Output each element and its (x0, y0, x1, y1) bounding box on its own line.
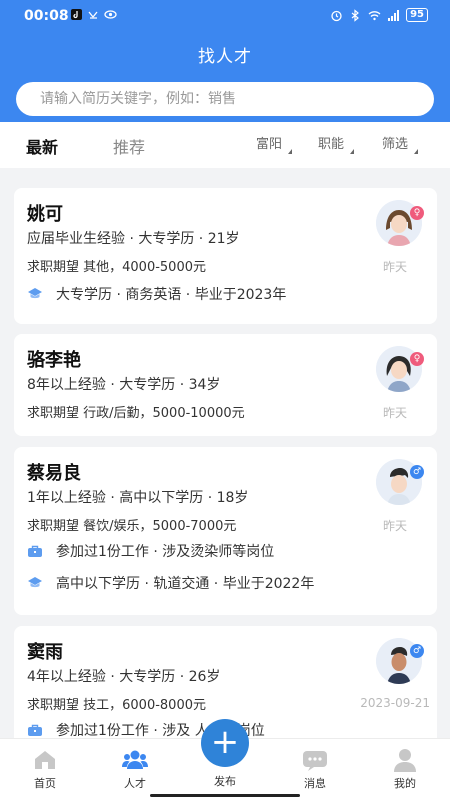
nav-mine[interactable]: 我的 (360, 739, 450, 791)
candidate-card[interactable]: 姚可 应届毕业生经验 · 大专学历 · 21岁 求职期望 其他，4000-500… (14, 188, 437, 324)
candidate-name: 窦雨 (27, 642, 63, 663)
alarm-icon (331, 10, 342, 21)
female-gender-icon: ♀ (410, 352, 424, 366)
update-time: 昨天 (382, 519, 407, 533)
candidate-name: 蔡易良 (27, 463, 81, 484)
triangle-down-icon (288, 149, 293, 154)
tab-recommended[interactable]: 推荐 (113, 134, 145, 158)
status-right-icons: 95 (330, 8, 428, 22)
update-time: 2023-09-21 (360, 696, 430, 710)
graduation-cap-icon (28, 288, 42, 299)
triangle-down-icon (414, 149, 419, 154)
nav-talent-label: 人才 (124, 777, 146, 790)
status-bar: 00:08 95 (0, 0, 450, 32)
candidate-meta: 4年以上经验 · 大专学历 · 26岁 (27, 669, 221, 685)
bluetooth-icon (351, 8, 360, 22)
candidate-meta: 应届毕业生经验 · 大专学历 · 21岁 (27, 231, 240, 247)
briefcase-icon (28, 545, 42, 557)
female-gender-icon: ♀ (410, 206, 424, 220)
update-time: 昨天 (382, 260, 407, 274)
wifi-icon (368, 10, 381, 20)
publish-button[interactable]: + (201, 719, 249, 767)
candidate-expectation: 求职期望 技工，6000-8000元 (27, 698, 206, 713)
male-gender-icon: ♂ (410, 644, 424, 658)
candidate-expectation: 求职期望 餐饮/娱乐，5000-7000元 (27, 519, 237, 534)
battery-indicator: 95 (406, 8, 428, 22)
triangle-down-icon (350, 149, 355, 154)
male-gender-icon: ♂ (410, 465, 424, 479)
signal-icon (388, 9, 400, 21)
filter-location[interactable]: 富阳 (256, 133, 293, 154)
graduation-cap-icon (28, 577, 42, 588)
user-icon (394, 749, 416, 772)
header: 00:08 95 找人才 请输入简历关键字，例如：销售 (0, 0, 450, 122)
nav-mine-label: 我的 (394, 777, 416, 790)
app-notification-icon (88, 11, 98, 19)
candidate-expectation: 求职期望 其他，4000-5000元 (27, 260, 206, 275)
candidate-card[interactable]: 骆李艳 8年以上经验 · 大专学历 · 34岁 求职期望 行政/后勤，5000-… (14, 334, 437, 436)
filter-more[interactable]: 筛选 (382, 133, 419, 154)
tab-bar: 最新 推荐 富阳 职能 筛选 (0, 122, 450, 168)
bottom-nav: 首页 人才 + 发布 消息 我的 (0, 719, 450, 800)
filter-function[interactable]: 职能 (318, 133, 355, 154)
home-indicator (150, 794, 300, 797)
publish-label: 发布 (214, 775, 236, 788)
filter-location-label: 富阳 (256, 137, 283, 152)
nav-home[interactable]: 首页 (0, 739, 90, 791)
filter-function-label: 职能 (318, 137, 345, 152)
nav-home-label: 首页 (34, 777, 56, 790)
update-time: 昨天 (382, 406, 407, 420)
tiktok-icon (71, 9, 82, 20)
briefcase-icon (28, 724, 42, 736)
eye-icon (104, 10, 117, 19)
nav-messages-label: 消息 (304, 777, 326, 790)
candidate-name: 姚可 (27, 204, 63, 225)
status-time: 00:08 (24, 8, 69, 24)
message-icon (303, 751, 327, 771)
status-left-icons (70, 8, 117, 21)
home-icon (35, 751, 55, 769)
education-line: 大专学历 · 商务英语 · 毕业于2023年 (27, 284, 286, 304)
candidate-expectation: 求职期望 行政/后勤，5000-10000元 (27, 406, 245, 421)
education-text: 大专学历 · 商务英语 · 毕业于2023年 (56, 287, 287, 303)
work-text: 参加过1份工作 · 涉及烫染师等岗位 (56, 544, 275, 560)
filter-more-label: 筛选 (382, 137, 409, 152)
work-line: 参加过1份工作 · 涉及烫染师等岗位 (27, 541, 274, 561)
education-line: 高中以下学历 · 轨道交通 · 毕业于2022年 (27, 573, 314, 593)
nav-talent[interactable]: 人才 (90, 739, 180, 791)
candidate-meta: 1年以上经验 · 高中以下学历 · 18岁 (27, 490, 249, 506)
people-icon (122, 750, 148, 769)
nav-messages[interactable]: 消息 (270, 739, 360, 791)
education-text: 高中以下学历 · 轨道交通 · 毕业于2022年 (56, 576, 315, 592)
candidate-meta: 8年以上经验 · 大专学历 · 34岁 (27, 377, 221, 393)
search-input[interactable]: 请输入简历关键字，例如：销售 (16, 82, 434, 116)
page-title: 找人才 (198, 47, 252, 67)
candidate-name: 骆李艳 (27, 350, 81, 371)
tab-latest[interactable]: 最新 (26, 134, 58, 158)
candidate-card[interactable]: 蔡易良 1年以上经验 · 高中以下学历 · 18岁 求职期望 餐饮/娱乐，500… (14, 447, 437, 615)
